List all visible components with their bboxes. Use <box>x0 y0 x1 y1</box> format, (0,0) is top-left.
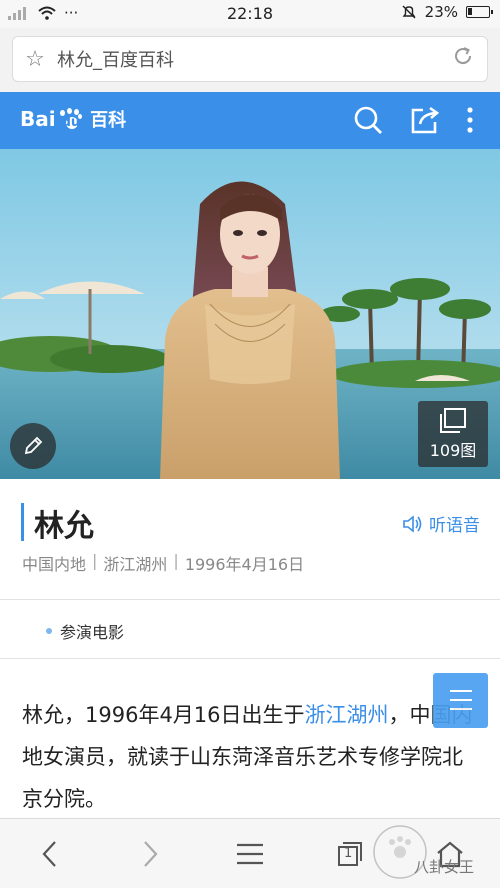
menu-icon <box>237 843 263 865</box>
tabs-count: 1 <box>344 846 353 861</box>
baidu-baike-logo[interactable]: Bai du 百科 <box>20 106 126 132</box>
reload-icon[interactable] <box>439 44 487 74</box>
hero-image[interactable]: 109图 <box>0 149 500 479</box>
url-bar-area: ☆ 林允_百度百科 <box>0 28 500 92</box>
back-icon <box>42 841 56 867</box>
baike-header: Bai du 百科 <box>0 92 500 149</box>
meta-region: 中国内地 <box>22 555 87 574</box>
toc-line <box>450 690 472 692</box>
listen-button[interactable]: 听语音 <box>401 511 480 536</box>
toc-line <box>450 708 472 710</box>
forward-button[interactable] <box>130 837 170 871</box>
pencil-icon <box>24 436 43 455</box>
gallery-icon <box>440 408 466 433</box>
title-accent-bar <box>21 503 24 541</box>
gallery-button[interactable]: 109图 <box>418 401 488 467</box>
meta-separator: | <box>92 551 98 570</box>
divider <box>0 599 500 600</box>
summary-text-1: 林允，1996年4月16日出生于 <box>22 703 305 727</box>
url-bar[interactable]: ☆ 林允_百度百科 <box>12 36 488 82</box>
watermark-text: 八卦女王 <box>414 858 475 876</box>
edit-button[interactable] <box>10 423 56 469</box>
page-title: 林允 <box>34 509 94 544</box>
battery-percent: 23% <box>424 3 458 21</box>
share-icon[interactable] <box>409 104 441 136</box>
forward-icon <box>144 841 158 867</box>
film-tag-label: 参演电影 <box>60 623 125 642</box>
alarm-off-icon <box>402 5 416 19</box>
gallery-count: 109图 <box>429 441 477 460</box>
more-icon[interactable] <box>454 104 486 136</box>
divider <box>0 658 500 659</box>
bullet-icon <box>46 628 52 634</box>
status-right: 23% <box>401 3 493 21</box>
toc-line <box>450 699 472 701</box>
speaker-icon <box>403 514 422 533</box>
back-button[interactable] <box>30 837 70 871</box>
toc-button[interactable] <box>433 673 488 728</box>
entry-title-block: 林允 听语音 中国内地 | 浙江湖州 | 1996年4月16日 <box>0 479 500 599</box>
meta-separator: | <box>173 551 179 570</box>
status-bar: ··· 22:18 23% <box>0 0 500 28</box>
summary-paragraph: 林允，1996年4月16日出生于浙江湖州，中国内地女演员，就读于山东菏泽音乐艺术… <box>22 694 474 820</box>
logo-cn: 百科 <box>90 110 127 131</box>
entry-meta: 中国内地 | 浙江湖州 | 1996年4月16日 <box>22 551 304 575</box>
meta-birthplace: 浙江湖州 <box>103 555 168 574</box>
film-tag[interactable]: 参演电影 <box>46 619 124 643</box>
search-icon[interactable] <box>352 104 384 136</box>
birthplace-link[interactable]: 浙江湖州 <box>305 703 389 727</box>
url-text[interactable]: 林允_百度百科 <box>57 46 439 72</box>
menu-button[interactable] <box>230 837 270 871</box>
meta-birthdate: 1996年4月16日 <box>184 555 305 574</box>
logo-text: Bai <box>20 107 56 131</box>
listen-label: 听语音 <box>429 516 480 536</box>
battery-icon <box>466 6 493 18</box>
star-icon[interactable]: ☆ <box>13 47 57 72</box>
logo-text-2: du <box>61 114 81 130</box>
